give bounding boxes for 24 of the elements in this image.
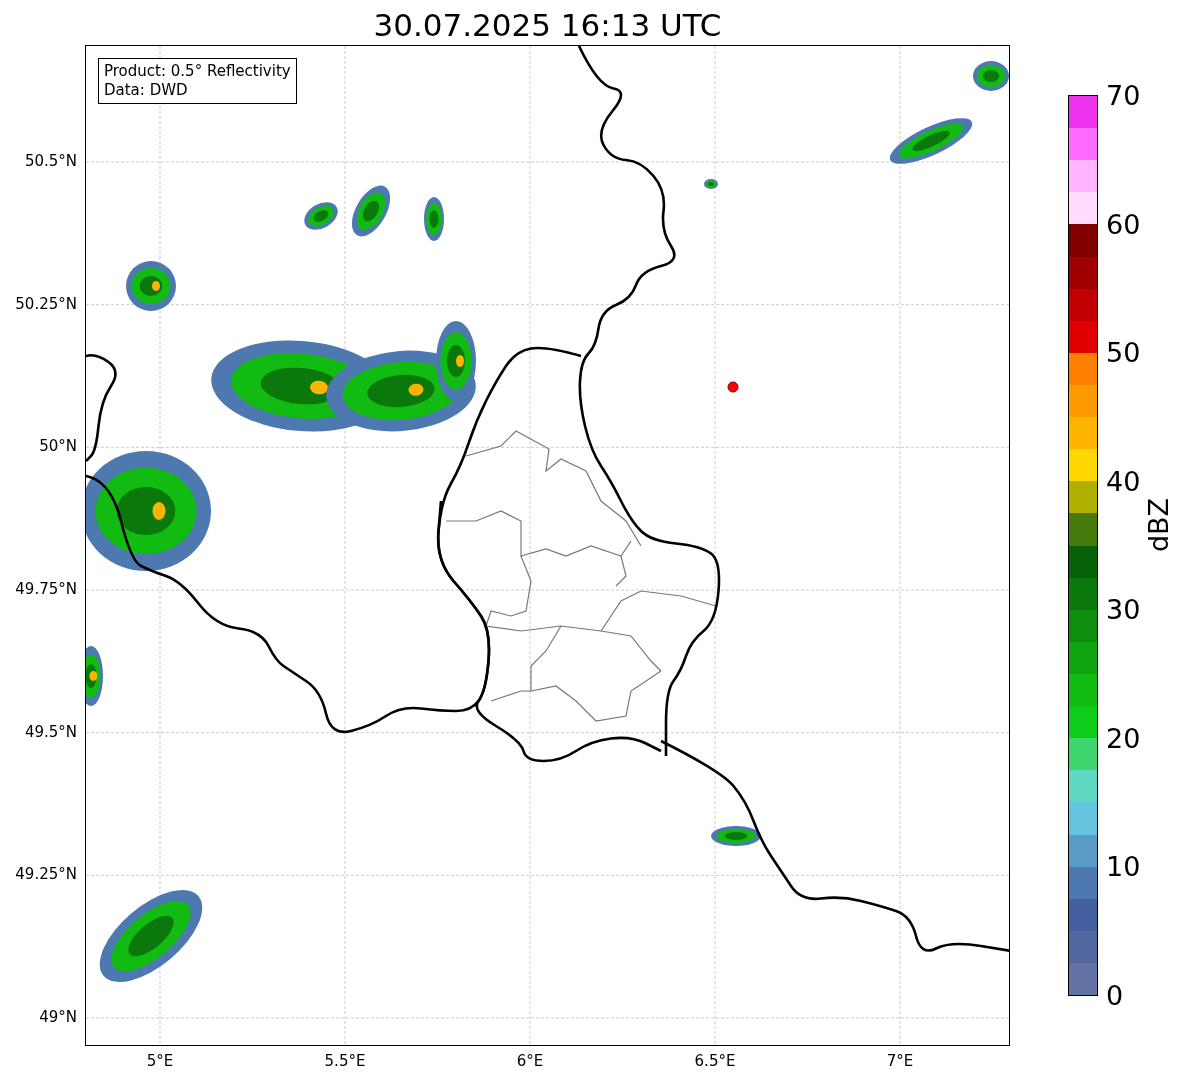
colorbar-tick-label: 70 <box>1106 79 1141 111</box>
longitude-label: 5°E <box>146 1052 174 1070</box>
latitude-label: 49°N <box>39 1008 77 1026</box>
colorbar-label: dBZ <box>1142 497 1174 553</box>
colorbar-tick-label: 60 <box>1106 208 1141 240</box>
colorbar-tick-label: 0 <box>1106 979 1124 1011</box>
colorbar-tick-label: 40 <box>1106 465 1141 497</box>
latitude-label: 49.25°N <box>15 865 77 884</box>
longitude-label: 6°E <box>516 1052 544 1070</box>
latitude-label: 50.5°N <box>24 152 77 170</box>
colorbar-tick-label: 50 <box>1106 336 1141 368</box>
latitude-label: 49.75°N <box>15 580 77 598</box>
longitude-label: 5.5°E <box>324 1052 366 1070</box>
latitude-label: 50.25°N <box>15 294 77 313</box>
legend-text: Product: 0.5° Reflectivity <box>104 62 291 81</box>
colorbar-tick-label: 30 <box>1106 593 1141 625</box>
colorbar-tick-label: 20 <box>1106 722 1141 754</box>
longitude-label: 6.5°E <box>694 1052 736 1070</box>
latitude-label: 49.5°N <box>24 722 77 741</box>
longitude-label: 7°E <box>886 1052 914 1070</box>
colorbar-tick-label: 10 <box>1106 850 1141 882</box>
latitude-label: 50°N <box>39 437 77 456</box>
legend-text: Data: DWD <box>104 81 189 100</box>
chart-title: 30.07.2025 16:13 UTC <box>373 6 722 43</box>
